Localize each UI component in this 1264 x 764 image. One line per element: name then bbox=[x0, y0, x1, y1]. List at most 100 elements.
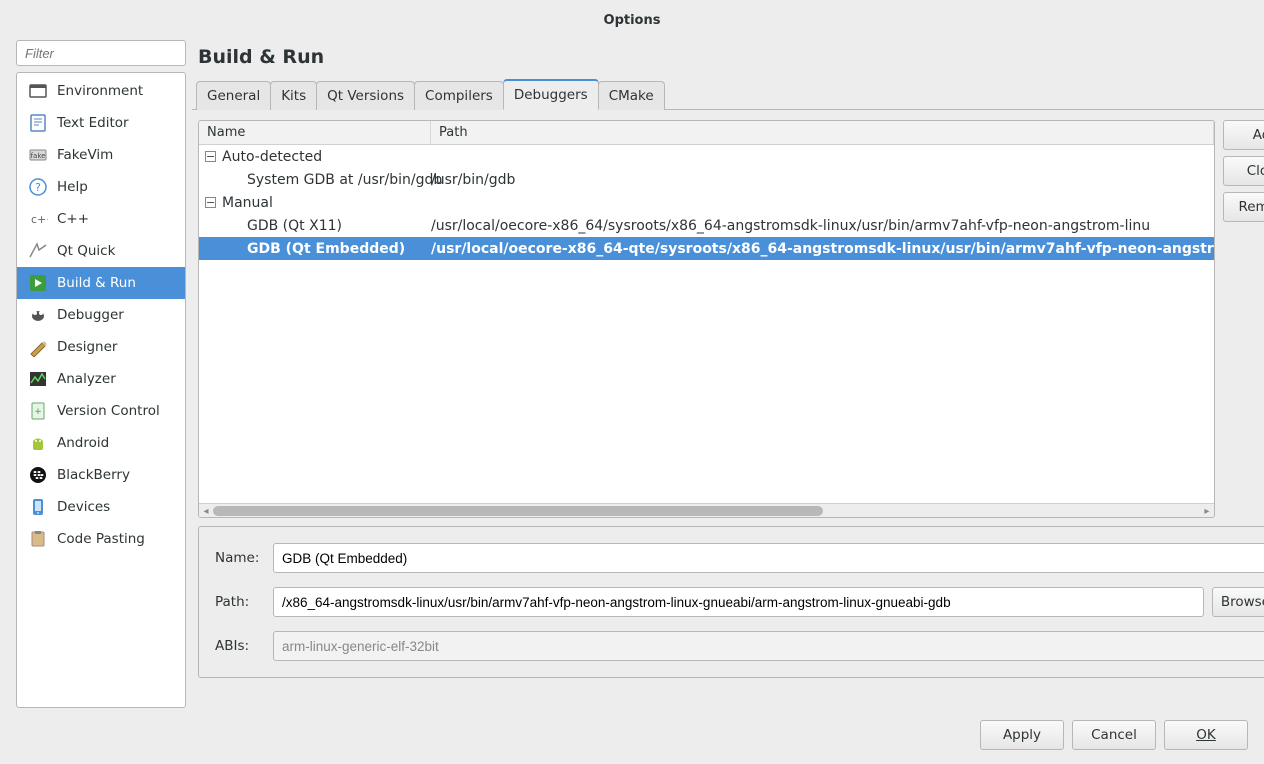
sidebar-item-label: Designer bbox=[57, 339, 117, 355]
debuggers-tree[interactable]: Name Path −Auto-detectedSystem GDB at /u… bbox=[198, 120, 1215, 518]
text-editor-icon bbox=[27, 112, 49, 134]
horizontal-scrollbar[interactable]: ◂ ▸ bbox=[199, 503, 1214, 517]
tree-row[interactable]: GDB (Qt Embedded) /usr/local/oecore-x86_6… bbox=[199, 237, 1214, 260]
svg-text:+: + bbox=[34, 407, 42, 417]
tab-bar: GeneralKitsQt VersionsCompilersDebuggers… bbox=[192, 78, 1264, 110]
sidebar-item-analyzer[interactable]: Analyzer bbox=[17, 363, 185, 395]
apply-button[interactable]: Apply bbox=[980, 720, 1064, 750]
name-input[interactable] bbox=[273, 543, 1264, 573]
tree-item-path: /usr/bin/gdb bbox=[431, 172, 1214, 188]
sidebar-item-label: Devices bbox=[57, 499, 110, 515]
sidebar-item-text-editor[interactable]: Text Editor bbox=[17, 107, 185, 139]
tab-content-debuggers: Name Path −Auto-detectedSystem GDB at /u… bbox=[192, 110, 1264, 708]
android-icon bbox=[27, 432, 49, 454]
tree-group[interactable]: −Manual bbox=[199, 191, 1214, 214]
name-row: Name: bbox=[215, 543, 1264, 573]
tab-compilers[interactable]: Compilers bbox=[414, 81, 504, 110]
tab-debuggers[interactable]: Debuggers bbox=[503, 79, 599, 110]
tree-group-label: Manual bbox=[222, 195, 273, 211]
debugger-icon bbox=[27, 304, 49, 326]
svg-text:c++: c++ bbox=[31, 213, 48, 226]
tree-col-path[interactable]: Path bbox=[431, 121, 1214, 144]
sidebar-item-build-run[interactable]: Build & Run bbox=[17, 267, 185, 299]
sidebar-item-label: BlackBerry bbox=[57, 467, 130, 483]
window-title: Options bbox=[604, 13, 661, 28]
sidebar-item-label: Version Control bbox=[57, 403, 160, 419]
sidebar-item-environment[interactable]: Environment bbox=[17, 75, 185, 107]
page-title: Build & Run bbox=[192, 40, 1264, 78]
clone-button[interactable]: Clone bbox=[1223, 156, 1264, 186]
sidebar-item-devices[interactable]: Devices bbox=[17, 491, 185, 523]
sidebar-item-designer[interactable]: Designer bbox=[17, 331, 185, 363]
side-button-bar: Add Clone Remove bbox=[1223, 120, 1264, 518]
tab-cmake[interactable]: CMake bbox=[598, 81, 665, 110]
tree-item-name: System GDB at /usr/bin/gdb bbox=[205, 172, 442, 188]
filter-input[interactable] bbox=[16, 40, 186, 66]
debugger-detail-panel: Name: Path: Browse... ABIs: bbox=[198, 526, 1264, 678]
sidebar-item-label: C++ bbox=[57, 211, 89, 227]
sidebar-item-label: Environment bbox=[57, 83, 143, 99]
debuggers-top-area: Name Path −Auto-detectedSystem GDB at /u… bbox=[198, 120, 1264, 518]
tree-item-name: GDB (Qt X11) bbox=[205, 218, 342, 234]
path-label: Path: bbox=[215, 594, 265, 610]
tree-header: Name Path bbox=[199, 121, 1214, 145]
sidebar-item-label: Code Pasting bbox=[57, 531, 145, 547]
sidebar-item-cpp[interactable]: c++ C++ bbox=[17, 203, 185, 235]
sidebar-item-qtquick[interactable]: Qt Quick bbox=[17, 235, 185, 267]
sidebar-item-blackberry[interactable]: BlackBerry bbox=[17, 459, 185, 491]
cpp-icon: c++ bbox=[27, 208, 49, 230]
tree-item-path: /usr/local/oecore-x86_64/sysroots/x86_64… bbox=[431, 218, 1214, 234]
sidebar-item-paste[interactable]: Code Pasting bbox=[17, 523, 185, 555]
main-panel: Build & Run GeneralKitsQt VersionsCompil… bbox=[192, 40, 1264, 708]
sidebar-item-label: Text Editor bbox=[57, 115, 129, 131]
tree-group-label: Auto-detected bbox=[222, 149, 322, 165]
analyzer-icon bbox=[27, 368, 49, 390]
help-icon: ? bbox=[27, 176, 49, 198]
dialog-content: EnvironmentText EditorfakeFakeVim?Helpc+… bbox=[0, 40, 1264, 708]
sidebar-item-debugger[interactable]: Debugger bbox=[17, 299, 185, 331]
devices-icon bbox=[27, 496, 49, 518]
scroll-right-icon[interactable]: ▸ bbox=[1200, 504, 1214, 518]
sidebar-item-help[interactable]: ?Help bbox=[17, 171, 185, 203]
tree-row[interactable]: System GDB at /usr/bin/gdb/usr/bin/gdb bbox=[199, 168, 1214, 191]
fakevim-icon: fake bbox=[27, 144, 49, 166]
tree-col-name[interactable]: Name bbox=[199, 121, 431, 144]
sidebar-item-label: Android bbox=[57, 435, 109, 451]
vcs-icon: + bbox=[27, 400, 49, 422]
scroll-left-icon[interactable]: ◂ bbox=[199, 504, 213, 518]
path-input[interactable] bbox=[273, 587, 1204, 617]
ok-button[interactable]: OK bbox=[1164, 720, 1248, 750]
tab-kits[interactable]: Kits bbox=[270, 81, 317, 110]
designer-icon bbox=[27, 336, 49, 358]
tree-group[interactable]: −Auto-detected bbox=[199, 145, 1214, 168]
tree-item-path: /usr/local/oecore-x86_64-qte/sysroots/x8… bbox=[431, 241, 1214, 257]
abis-row: ABIs: bbox=[215, 631, 1264, 661]
collapse-icon[interactable]: − bbox=[205, 151, 216, 162]
tree-body[interactable]: −Auto-detectedSystem GDB at /usr/bin/gdb… bbox=[199, 145, 1214, 503]
browse-button[interactable]: Browse... bbox=[1212, 587, 1264, 617]
collapse-icon[interactable]: − bbox=[205, 197, 216, 208]
sidebar-item-label: FakeVim bbox=[57, 147, 113, 163]
window-titlebar: Options bbox=[0, 0, 1264, 40]
sidebar-item-label: Analyzer bbox=[57, 371, 116, 387]
sidebar-item-vcs[interactable]: + Version Control bbox=[17, 395, 185, 427]
sidebar-item-fakevim[interactable]: fake FakeVim bbox=[17, 139, 185, 171]
sidebar-item-label: Qt Quick bbox=[57, 243, 115, 259]
tree-row[interactable]: GDB (Qt X11) /usr/local/oecore-x86_64/sys… bbox=[199, 214, 1214, 237]
cancel-button[interactable]: Cancel bbox=[1072, 720, 1156, 750]
remove-button[interactable]: Remove bbox=[1223, 192, 1264, 222]
dialog-button-bar: Apply Cancel OK bbox=[0, 708, 1264, 764]
abis-input bbox=[273, 631, 1264, 661]
tab-qt-versions[interactable]: Qt Versions bbox=[316, 81, 415, 110]
blackberry-icon bbox=[27, 464, 49, 486]
svg-text:fake: fake bbox=[31, 152, 46, 160]
sidebar-item-android[interactable]: Android bbox=[17, 427, 185, 459]
tab-general[interactable]: General bbox=[196, 81, 271, 110]
add-button[interactable]: Add bbox=[1223, 120, 1264, 150]
sidebar-item-label: Debugger bbox=[57, 307, 124, 323]
tree-item-name: GDB (Qt Embedded) bbox=[205, 241, 405, 257]
sidebar: EnvironmentText EditorfakeFakeVim?Helpc+… bbox=[16, 40, 186, 708]
scrollbar-thumb[interactable] bbox=[213, 506, 823, 516]
sidebar-list[interactable]: EnvironmentText EditorfakeFakeVim?Helpc+… bbox=[16, 72, 186, 708]
build-run-icon bbox=[27, 272, 49, 294]
